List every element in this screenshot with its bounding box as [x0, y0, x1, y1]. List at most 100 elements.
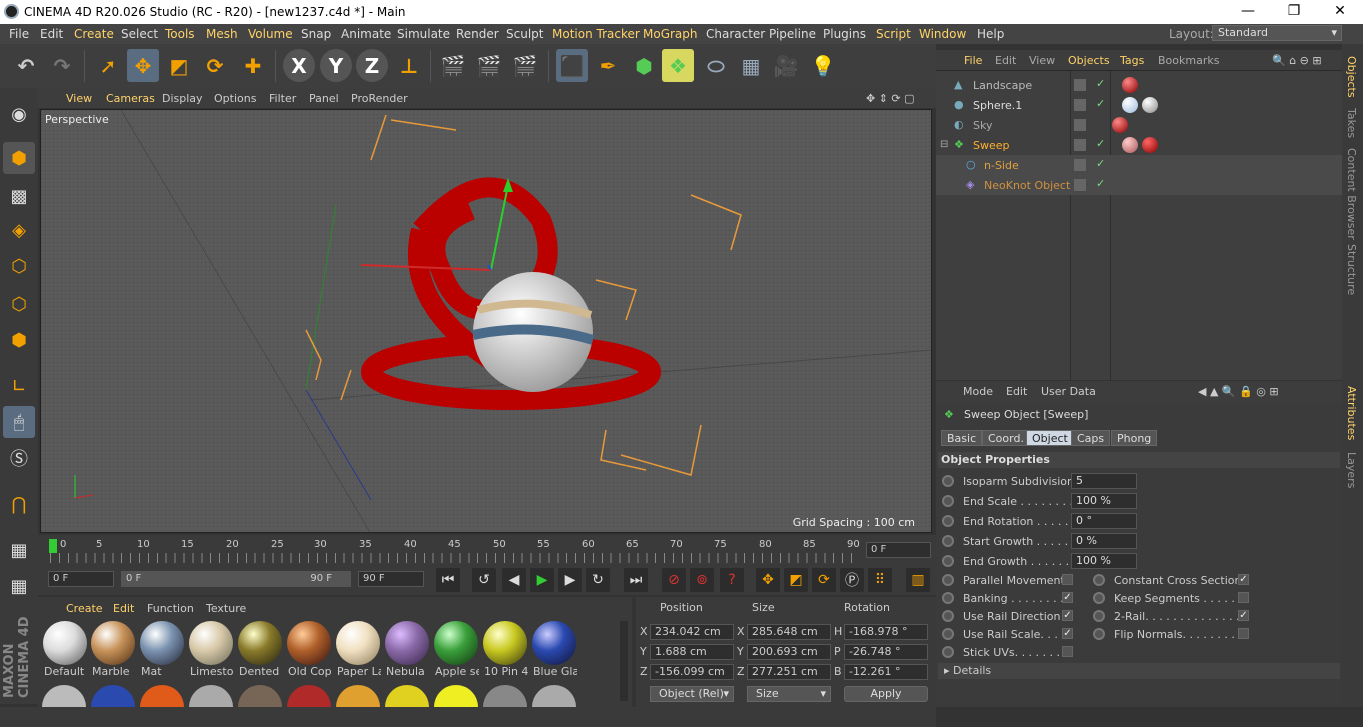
enabled-check-icon[interactable]: ✓: [1096, 97, 1105, 110]
am-menu-edit[interactable]: Edit: [1006, 385, 1027, 398]
om-search-icon[interactable]: 🔍 ⌂ ⊖ ⊞: [1272, 54, 1322, 67]
menu-file[interactable]: File: [9, 27, 29, 41]
end-rotation-field[interactable]: 0 °: [1071, 513, 1137, 529]
animate-dot-icon[interactable]: [1093, 628, 1105, 640]
key-position-icon[interactable]: ✥: [756, 568, 780, 592]
material-menu-texture[interactable]: Texture: [206, 602, 246, 615]
enabled-check-icon[interactable]: ✓: [1096, 77, 1105, 90]
material-swatch[interactable]: Blue Gla: [531, 621, 577, 678]
tab-basic[interactable]: Basic: [941, 430, 983, 446]
cloner-icon[interactable]: ❖: [662, 49, 694, 82]
timeline[interactable]: 0 5 10 15 20 25 30 35 40 45 50 55 60 65 …: [38, 535, 936, 565]
viewport-menu-panel[interactable]: Panel: [309, 92, 339, 105]
animate-dot-icon[interactable]: [942, 646, 954, 658]
material-swatch[interactable]: Limestor: [188, 621, 234, 678]
undo-icon[interactable]: ↶: [10, 49, 42, 82]
om-menu-objects[interactable]: Objects: [1068, 54, 1110, 67]
previous-key-icon[interactable]: ↺: [472, 568, 496, 592]
tab-object[interactable]: Object: [1026, 430, 1074, 446]
position-z-field[interactable]: -156.099 cm: [650, 664, 734, 680]
timeline-window-icon[interactable]: ▥: [906, 568, 930, 592]
material-scrollbar[interactable]: [620, 621, 628, 701]
menu-sculpt[interactable]: Sculpt: [506, 27, 543, 41]
menu-animate[interactable]: Animate: [341, 27, 391, 41]
coordinate-system-icon[interactable]: ⊥: [393, 49, 425, 82]
animate-dot-icon[interactable]: [942, 475, 954, 487]
coordinate-mode-select[interactable]: Object (Rel) ▾: [650, 686, 734, 702]
material-menu-function[interactable]: Function: [147, 602, 194, 615]
animate-dot-icon[interactable]: [1093, 592, 1105, 604]
end-growth-field[interactable]: 100 %: [1071, 553, 1137, 569]
tweak-mode-icon[interactable]: 🖱: [3, 406, 35, 438]
material-swatch[interactable]: Paper La: [335, 621, 381, 678]
start-frame-field[interactable]: 0 F: [48, 571, 114, 587]
isoparm-field[interactable]: 5: [1071, 473, 1137, 489]
viewport-nav-icons[interactable]: ✥ ⇕ ⟳ ▢: [866, 92, 915, 105]
pen-spline-icon[interactable]: ✒: [592, 49, 624, 82]
stick-uvs-checkbox[interactable]: [1062, 646, 1073, 657]
material-swatch[interactable]: Marble: [90, 621, 136, 678]
autokey-icon[interactable]: ⊚: [690, 568, 714, 592]
banking-checkbox[interactable]: ✓: [1062, 592, 1073, 603]
object-row-sphere[interactable]: ● Sphere.1 ✓: [936, 95, 1342, 115]
layer-swatch[interactable]: [1074, 79, 1086, 91]
key-pla-icon[interactable]: ⠿: [868, 568, 892, 592]
edges-mode-icon[interactable]: ⬡: [3, 288, 35, 320]
viewport-menu-prorender[interactable]: ProRender: [351, 92, 408, 105]
tab-coord[interactable]: Coord.: [982, 430, 1030, 446]
maximize-button[interactable]: ❐: [1274, 2, 1314, 22]
menu-simulate[interactable]: Simulate: [397, 27, 450, 41]
points-mode-icon[interactable]: ⬡: [3, 250, 35, 282]
size-y-field[interactable]: 200.693 cm: [747, 644, 831, 660]
play-icon[interactable]: ▶: [530, 568, 554, 592]
viewport-menu-filter[interactable]: Filter: [269, 92, 296, 105]
recent-tools-icon[interactable]: ✚: [237, 49, 269, 82]
enabled-check-icon[interactable]: ✓: [1096, 137, 1105, 150]
planar-workplane-icon[interactable]: ▦: [3, 570, 35, 602]
menu-mograph[interactable]: MoGraph: [643, 27, 698, 41]
tab-phong[interactable]: Phong: [1111, 430, 1158, 446]
workplane-mode-icon[interactable]: ◈: [3, 214, 35, 246]
layer-swatch[interactable]: [1074, 139, 1086, 151]
x-axis-lock-icon[interactable]: X: [283, 49, 315, 82]
menu-pipeline[interactable]: Pipeline: [769, 27, 816, 41]
material-swatch[interactable]: Old Cop: [286, 621, 332, 678]
material-swatch[interactable]: 10 Pin 4: [482, 621, 528, 678]
subdivision-surface-icon[interactable]: ⬢: [628, 49, 660, 82]
layer-swatch[interactable]: [1074, 119, 1086, 131]
minimize-button[interactable]: —: [1228, 2, 1268, 22]
material-tag-icon[interactable]: [1122, 77, 1138, 93]
menu-snap[interactable]: Snap: [301, 27, 331, 41]
snapping-icon[interactable]: Ⓢ: [3, 442, 35, 474]
render-picture-viewer-icon[interactable]: 🎬: [473, 49, 505, 82]
use-rail-scale-checkbox[interactable]: ✓: [1062, 628, 1073, 639]
object-row-sweep[interactable]: ⊟ ❖ Sweep ✓: [936, 135, 1342, 155]
size-mode-select[interactable]: Size ▾: [747, 686, 831, 702]
end-scale-field[interactable]: 100 %: [1071, 493, 1137, 509]
position-y-field[interactable]: 1.688 cm: [650, 644, 734, 660]
rotate-icon[interactable]: ⟳: [199, 49, 231, 82]
magnet-icon[interactable]: ⋂: [3, 488, 35, 520]
tab-caps[interactable]: Caps: [1071, 430, 1111, 446]
end-frame-field[interactable]: 90 F: [358, 571, 424, 587]
close-button[interactable]: ✕: [1320, 2, 1360, 22]
rotation-h-field[interactable]: -168.978 °: [844, 624, 928, 640]
material-tag-icon[interactable]: [1112, 117, 1128, 133]
viewport-menu-cameras[interactable]: Cameras: [106, 92, 155, 105]
am-menu-mode[interactable]: Mode: [963, 385, 993, 398]
menu-mesh[interactable]: Mesh: [206, 27, 238, 41]
material-swatch[interactable]: Dented: [237, 621, 283, 678]
size-x-field[interactable]: 285.648 cm: [747, 624, 831, 640]
viewport-menu-options[interactable]: Options: [214, 92, 256, 105]
menu-help[interactable]: Help: [977, 27, 1004, 41]
enabled-check-icon[interactable]: ✓: [1096, 177, 1105, 190]
tab-attributes[interactable]: Attributes: [1345, 386, 1358, 440]
object-row-landscape[interactable]: ▲ Landscape ✓: [936, 75, 1342, 95]
tab-structure[interactable]: Structure: [1345, 244, 1358, 295]
cube-object-icon[interactable]: ⬛: [556, 49, 588, 82]
am-menu-user-data[interactable]: User Data: [1041, 385, 1096, 398]
object-row-neoknot[interactable]: ◈ NeoKnot Object ✓: [936, 175, 1342, 195]
om-menu-view[interactable]: View: [1029, 54, 1055, 67]
key-scale-icon[interactable]: ◩: [784, 568, 808, 592]
camera-icon[interactable]: 🎥: [770, 49, 802, 82]
